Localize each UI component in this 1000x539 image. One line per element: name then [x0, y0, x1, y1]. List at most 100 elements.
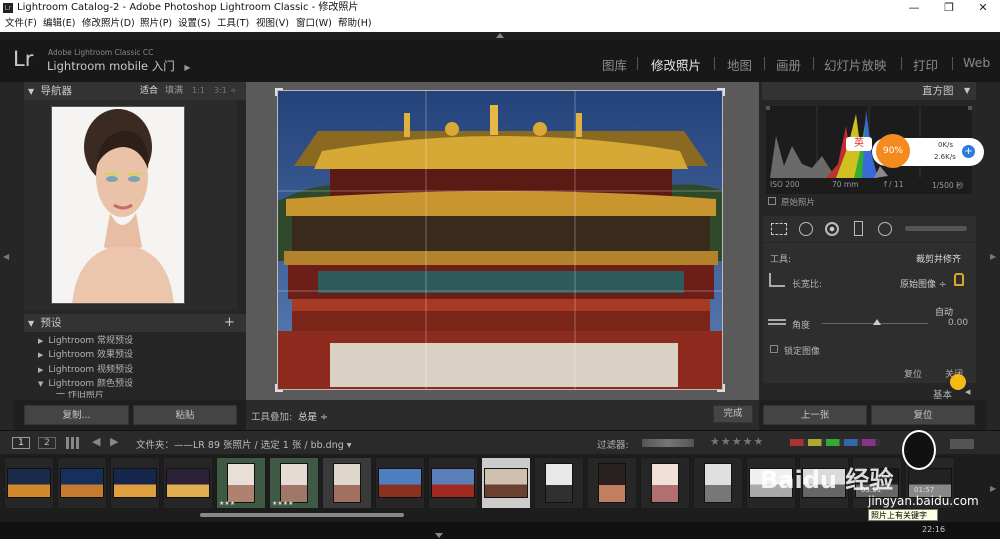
module-slideshow[interactable]: 幻灯片放映 — [824, 55, 887, 74]
main-photo[interactable] — [277, 90, 723, 390]
filmstrip-thumbnail[interactable] — [693, 457, 743, 509]
previous-button[interactable]: 上一张 — [763, 405, 867, 425]
flag-filter[interactable] — [642, 439, 694, 447]
filmstrip-thumbnail[interactable] — [375, 457, 425, 509]
zoom-dropdown[interactable]: ÷ — [230, 82, 237, 100]
module-library[interactable]: 图库 — [602, 55, 627, 74]
histogram-header[interactable]: 直方图 ▼ — [762, 82, 976, 100]
preset-item[interactable]: 一 作旧照片 — [56, 391, 278, 399]
grid-view-icon[interactable] — [66, 437, 80, 449]
presets-title: 预设 — [40, 317, 62, 329]
filmstrip-thumbnail[interactable] — [640, 457, 690, 509]
reset-button[interactable]: 复位 — [871, 405, 975, 425]
module-map[interactable]: 地图 — [727, 55, 752, 74]
menu-settings[interactable]: 设置(S) — [178, 16, 210, 32]
auto-straighten-button[interactable]: 自动 — [935, 305, 953, 318]
plus-icon[interactable]: + — [962, 145, 975, 158]
filmstrip-thumbnail[interactable] — [534, 457, 584, 509]
collapse-top-icon[interactable] — [496, 33, 504, 38]
preset-folder[interactable]: ▶ Lightroom 常规预设 — [38, 334, 260, 348]
upload-speed: 0K/s — [938, 141, 954, 149]
histogram-iso: ISO 200 — [770, 180, 800, 189]
tool-strip — [763, 216, 976, 242]
filmstrip-thumbnail[interactable] — [110, 457, 160, 509]
basic-section[interactable]: 基本 ◀ — [763, 384, 976, 401]
graduated-filter-icon[interactable] — [854, 221, 863, 236]
right-panel-toggle-icon[interactable]: ▶ — [990, 252, 996, 261]
menu-develop[interactable]: 修改照片(D) — [82, 16, 135, 32]
module-develop[interactable]: 修改照片 — [651, 55, 701, 74]
color-label-filter[interactable] — [790, 439, 880, 446]
filmstrip-scrollbar[interactable] — [200, 513, 404, 517]
filmstrip-thumbnail[interactable] — [587, 457, 637, 509]
zoom-fit[interactable]: 适合 — [140, 82, 158, 100]
star-filter[interactable]: ★★★★★ — [710, 435, 764, 448]
radial-filter-icon[interactable] — [878, 222, 892, 236]
preset-folder[interactable]: ▶ Lightroom 视频预设 — [38, 363, 260, 377]
navigator-preview[interactable] — [51, 106, 185, 304]
secondary-display-button[interactable]: 2 — [38, 437, 56, 449]
crop-handle-tr[interactable] — [717, 88, 725, 96]
red-eye-icon[interactable] — [825, 222, 839, 236]
folder-breadcrumb[interactable]: 文件夹：——LR 89 张照片 / 选定 1 张 / bb.dng ▾ — [136, 437, 352, 451]
filmstrip-thumbnail[interactable] — [322, 457, 372, 509]
crop-reset-button[interactable]: 复位 — [904, 367, 922, 380]
filmstrip-thumbnail[interactable]: ★★★★ — [269, 457, 319, 509]
aspect-dropdown[interactable]: 原始图像 ÷ — [900, 277, 946, 290]
done-button[interactable]: 完成 — [713, 405, 753, 423]
module-print[interactable]: 打印 — [913, 55, 938, 74]
module-web[interactable]: Web — [963, 55, 990, 70]
filmstrip-thumbnail[interactable] — [4, 457, 54, 509]
overlay-dropdown[interactable]: 总是 ÷ — [298, 409, 328, 423]
original-photo-checkbox[interactable] — [768, 197, 776, 205]
crop-frame-icon[interactable] — [769, 273, 785, 287]
add-preset-icon[interactable]: + — [224, 314, 235, 332]
top-panel-toggle[interactable] — [0, 32, 1000, 40]
crop-handle-tl[interactable] — [275, 88, 283, 96]
lock-icon[interactable] — [954, 273, 964, 286]
network-monitor-widget[interactable]: 90% 0K/s 2.6K/s + — [872, 134, 984, 168]
paste-settings-button[interactable]: 粘贴 — [133, 405, 237, 425]
filmstrip-thumbnail[interactable] — [428, 457, 478, 509]
crop-tool-icon[interactable] — [771, 223, 787, 235]
preset-folder[interactable]: ▼ Lightroom 颜色预设 — [38, 377, 260, 391]
primary-display-button[interactable]: 1 — [12, 437, 30, 449]
filmstrip-right-arrow-icon[interactable]: ▶ — [990, 484, 996, 493]
collapse-bottom-icon[interactable] — [435, 533, 443, 538]
forward-arrow-icon[interactable]: ▶ — [110, 435, 118, 448]
brush-slider[interactable] — [905, 226, 967, 231]
preset-folder[interactable]: ▶ Lightroom 效果预设 — [38, 348, 260, 362]
filmstrip-thumbnail[interactable] — [163, 457, 213, 509]
menu-help[interactable]: 帮助(H) — [338, 16, 372, 32]
menu-view[interactable]: 视图(V) — [256, 16, 289, 32]
module-book[interactable]: 画册 — [776, 55, 801, 74]
angle-slider-thumb[interactable] — [873, 319, 881, 325]
presets-header[interactable]: ▼ 预设 + — [24, 314, 246, 332]
zoom-3-1[interactable]: 3:1 — [214, 82, 227, 100]
filmstrip-thumbnail[interactable]: ★★★ — [216, 457, 266, 509]
crop-handle-bl[interactable] — [275, 384, 283, 392]
menu-window[interactable]: 窗口(W) — [296, 16, 332, 32]
mobile-getting-started[interactable]: Lightroom mobile 入门 ▶ — [47, 58, 191, 74]
restore-button[interactable]: ❐ — [938, 0, 960, 16]
filter-preset-dropdown[interactable] — [950, 439, 974, 449]
lock-image-checkbox[interactable] — [770, 345, 778, 353]
menu-edit[interactable]: 编辑(E) — [43, 16, 75, 32]
minimize-button[interactable]: — — [903, 0, 925, 16]
straighten-tool-icon[interactable] — [768, 319, 786, 325]
filmstrip-thumbnail[interactable] — [57, 457, 107, 509]
menu-tools[interactable]: 工具(T) — [217, 16, 249, 32]
zoom-1-1[interactable]: 1:1 — [192, 82, 205, 100]
left-panel-toggle-icon[interactable]: ◀ — [3, 252, 9, 261]
copy-settings-button[interactable]: 复制... — [24, 405, 129, 425]
filmstrip-thumbnail[interactable] — [481, 457, 531, 509]
navigator-header[interactable]: ▼ 导航器 适合 填满 1:1 3:1 ÷ — [24, 82, 246, 100]
zoom-fill[interactable]: 填满 — [165, 82, 183, 100]
menu-photo[interactable]: 照片(P) — [140, 16, 172, 32]
close-button[interactable]: ✕ — [972, 0, 994, 16]
spot-removal-icon[interactable] — [799, 222, 813, 236]
ime-badge[interactable]: 英 — [846, 137, 872, 151]
back-arrow-icon[interactable]: ◀ — [92, 435, 100, 448]
crop-handle-br[interactable] — [717, 384, 725, 392]
menu-file[interactable]: 文件(F) — [5, 16, 37, 32]
